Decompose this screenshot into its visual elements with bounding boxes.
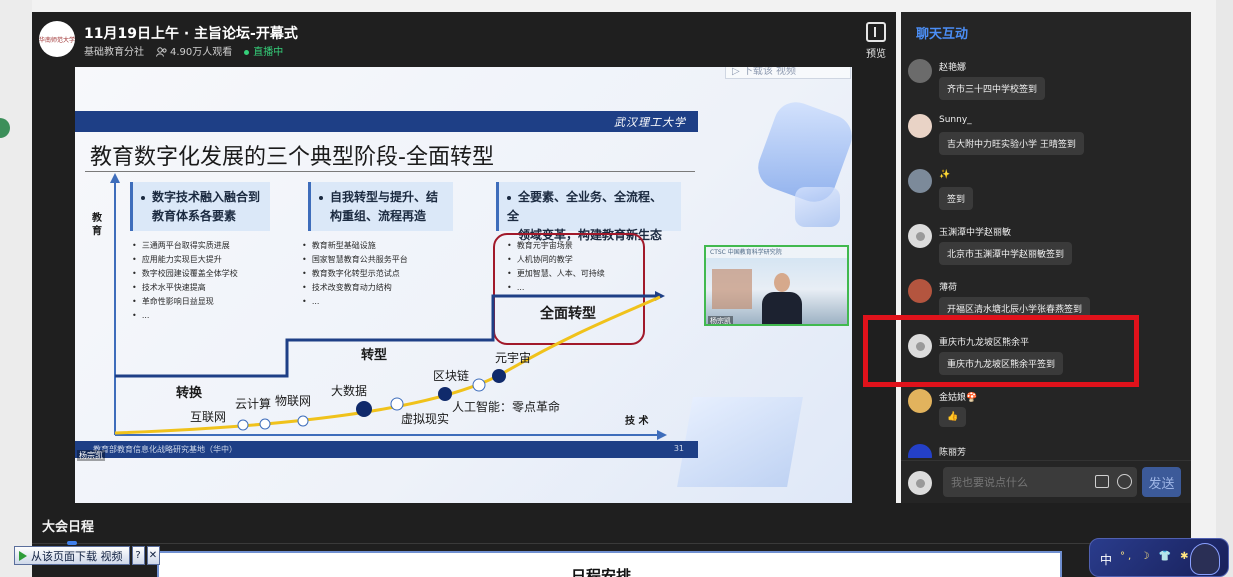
agenda-section: 大会日程 日程安排 xyxy=(32,503,1191,577)
tech-label: 人工智能：零点革命 xyxy=(452,400,561,414)
decor-shape xyxy=(795,187,840,227)
tech-label: 虚拟现实 xyxy=(401,412,450,426)
camera-banner: CTSC 中国教育科学研究院 xyxy=(706,247,847,258)
image-upload-icon[interactable] xyxy=(1095,475,1109,488)
avatar[interactable] xyxy=(908,114,932,138)
stream-meta: 基础教育分社 4.90万人观看 直播中 xyxy=(84,43,283,58)
channel-name[interactable]: 基础教育分社 xyxy=(84,43,144,58)
ime-mascot-icon xyxy=(1190,543,1220,575)
tech-label: 物联网 xyxy=(275,394,312,408)
tab-chat[interactable]: 聊天互动 xyxy=(916,23,968,42)
y-axis-arrow xyxy=(110,173,120,183)
slide-area[interactable]: ▷ 下载该 视频 武汉理工大学 教育数字化发展的三个典型阶段-全面转型 数字技术… xyxy=(75,67,852,503)
ime-widget[interactable]: 中 °, ☽ 👕 ✱ xyxy=(1089,538,1229,577)
tech-label: 互联网 xyxy=(190,410,227,424)
tech-label: 云计算 xyxy=(235,397,272,411)
agenda-heading: 日程安排 xyxy=(571,567,632,577)
tech-node-ai xyxy=(472,378,486,392)
tech-node-blockchain xyxy=(438,387,452,401)
chat-bubble: 齐市三十四中学校签到 xyxy=(939,77,1046,100)
page-scrollbar[interactable] xyxy=(1216,0,1233,577)
viewer-count: 4.90万人观看 xyxy=(156,43,232,58)
viewers-icon xyxy=(156,47,167,57)
ime-mode-label[interactable]: 中 xyxy=(1100,551,1112,568)
preview-icon xyxy=(866,22,886,42)
screen: 华南师范大学 11月19日上午 · 主旨论坛-开幕式 基础教育分社 4.90万人… xyxy=(0,0,1233,577)
chat-username: 金姑娘🍄 xyxy=(939,393,978,403)
avatar[interactable] xyxy=(908,389,932,413)
tech-label: 大数据 xyxy=(331,384,368,398)
my-avatar[interactable] xyxy=(908,471,932,495)
tech-node-bigdata xyxy=(356,401,372,417)
step-label-conversion: 转换 xyxy=(176,386,203,401)
chat-bubble: 👍 xyxy=(939,407,967,427)
agenda-tab-indicator xyxy=(67,541,77,545)
camera-name-tag: 杨宗凯 xyxy=(708,316,733,325)
chat-bubble: 签到 xyxy=(939,187,974,210)
close-button[interactable]: ✕ xyxy=(146,546,160,565)
camera-background xyxy=(712,269,752,309)
speaker-camera[interactable]: CTSC 中国教育科学研究院 杨宗凯 xyxy=(704,245,849,326)
left-backdrop xyxy=(0,0,32,577)
speaker-tag: 杨宗凯 xyxy=(77,450,105,461)
chat-bubble: 吉大附中力旺实验小学 王晴签到 xyxy=(939,132,1084,155)
agenda-divider xyxy=(32,543,1191,544)
avatar[interactable] xyxy=(908,224,932,248)
stream-title: 11月19日上午 · 主旨论坛-开幕式 xyxy=(84,26,298,42)
live-header: 华南师范大学 11月19日上午 · 主旨论坛-开幕式 基础教育分社 4.90万人… xyxy=(32,12,896,66)
chat-username: ✨ xyxy=(939,170,951,180)
emoji-icon[interactable] xyxy=(1117,474,1132,489)
tech-label: 区块链 xyxy=(433,369,470,383)
chat-panel: 聊天互动 赵艳娜 齐市三十四中学校签到 Sunny_ 吉大附中力旺实验小学 王晴… xyxy=(901,12,1191,503)
agenda-title[interactable]: 大会日程 xyxy=(42,516,94,535)
ime-toolbar-icons[interactable]: °, ☽ 👕 ✱ xyxy=(1120,551,1192,562)
slide-footer: 教育部教育信息化战略研究基地（华中） 31 xyxy=(75,441,698,458)
step-label-transition: 转型 xyxy=(361,348,388,363)
chat-username: 赵艳娜 xyxy=(939,63,967,73)
preview-button[interactable]: 预览 xyxy=(862,22,890,62)
tech-node-iot xyxy=(297,415,309,427)
channel-logo: 华南师范大学 xyxy=(39,21,75,57)
red-highlight-box xyxy=(863,315,1139,387)
growth-diagram xyxy=(110,173,667,440)
download-video-button[interactable]: 从该页面下载 视频 xyxy=(14,546,130,565)
live-dot-icon xyxy=(244,49,250,55)
avatar[interactable] xyxy=(908,279,932,303)
video-panel: 华南师范大学 11月19日上午 · 主旨论坛-开幕式 基础教育分社 4.90万人… xyxy=(32,12,896,503)
agenda-sheet: 日程安排 xyxy=(157,551,1062,577)
tech-node-cloud xyxy=(259,418,271,430)
chat-bubble: 北京市玉渊潭中学赵丽敏签到 xyxy=(939,242,1073,265)
video-download-hint[interactable]: ▷ 下载该 视频 xyxy=(725,67,851,79)
tech-label: 元宇宙 xyxy=(495,351,532,365)
avatar[interactable] xyxy=(908,169,932,193)
stage-steps xyxy=(115,294,660,378)
avatar[interactable] xyxy=(908,59,932,83)
chat-username: 玉渊潭中学赵丽敏 xyxy=(939,228,1012,238)
speaker-figure xyxy=(762,273,802,324)
x-axis-arrow xyxy=(657,430,667,440)
play-icon xyxy=(19,550,27,561)
chat-username: 薄荷 xyxy=(939,283,958,293)
side-widget-dot[interactable] xyxy=(0,118,10,138)
help-button[interactable]: ? xyxy=(131,546,145,565)
chat-username: Sunny_ xyxy=(939,115,972,125)
chat-username: 陈丽芳 xyxy=(939,448,967,458)
download-toolbar: 从该页面下载 视频 ? ✕ xyxy=(14,546,160,565)
slide-page-number: 31 xyxy=(673,444,684,453)
chat-message: 陈丽芳 xyxy=(908,444,1178,458)
live-status: 直播中 xyxy=(244,43,283,58)
avatar[interactable] xyxy=(908,444,932,458)
tech-node-internet xyxy=(237,419,249,431)
send-button[interactable]: 发送 xyxy=(1142,467,1181,497)
x-axis-label: 技 术 xyxy=(625,416,649,427)
tech-node-metaverse xyxy=(492,369,506,383)
tech-node-vr xyxy=(390,397,404,411)
chat-input-row: 发送 xyxy=(901,460,1191,503)
y-axis-label: 教育 xyxy=(92,213,102,237)
